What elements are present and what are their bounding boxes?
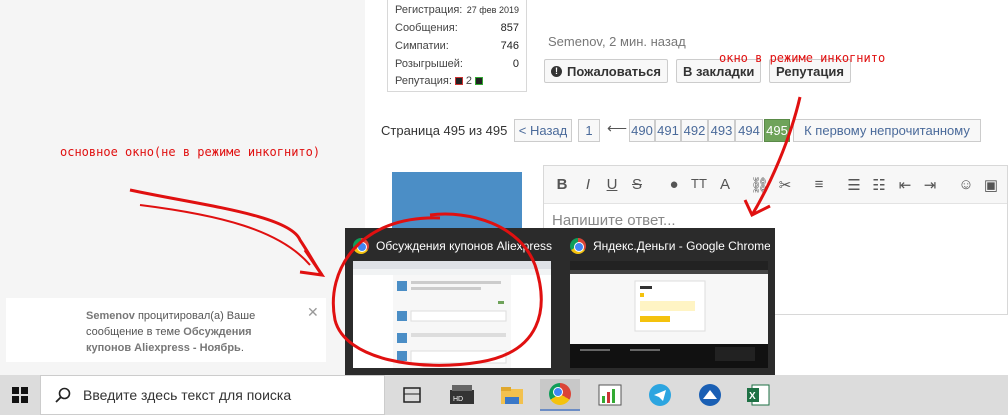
- screen: Регистрация: 27 фев 2019 Сообщения: 857 …: [0, 0, 1008, 415]
- search-icon: [55, 387, 71, 403]
- svg-text:HD: HD: [453, 396, 463, 403]
- charts-app-icon[interactable]: [590, 379, 630, 411]
- search-placeholder: Введите здесь текст для поиска: [83, 387, 292, 403]
- annotation-drawing: [129, 96, 802, 367]
- file-explorer-icon[interactable]: [492, 379, 532, 411]
- excel-icon[interactable]: X: [738, 379, 778, 411]
- start-windows-icon[interactable]: [12, 387, 28, 403]
- chrome-taskbar-icon[interactable]: [540, 379, 580, 411]
- chrome-icon: [549, 383, 571, 405]
- svg-text:X: X: [749, 391, 756, 402]
- media-player-icon[interactable]: HD: [442, 379, 482, 411]
- windows-taskbar: Введите здесь текст для поиска HD X: [0, 375, 1008, 415]
- vpn-app-icon[interactable]: [690, 379, 730, 411]
- task-view-icon[interactable]: [392, 379, 432, 411]
- telegram-icon[interactable]: [640, 379, 680, 411]
- taskbar-search[interactable]: Введите здесь текст для поиска: [40, 375, 385, 415]
